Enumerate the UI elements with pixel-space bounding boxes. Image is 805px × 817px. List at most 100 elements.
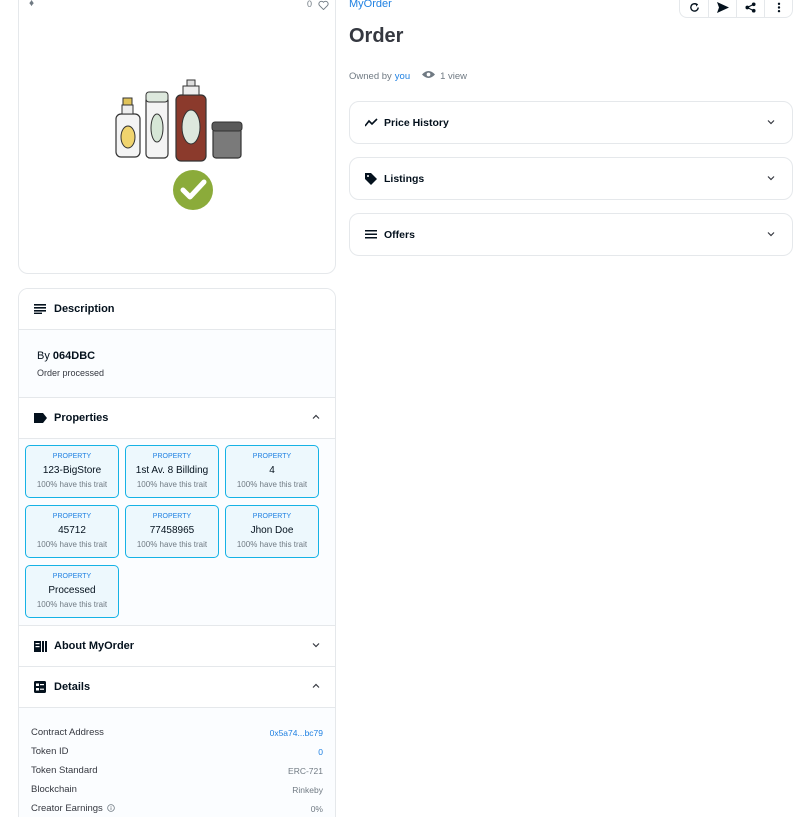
- ethereum-icon: ♦: [29, 0, 35, 9]
- property-rarity: 100% have this trait: [36, 600, 108, 609]
- creator-link[interactable]: 064DBC: [53, 350, 95, 362]
- book-icon: [33, 639, 47, 653]
- property-value: Processed: [48, 585, 96, 596]
- about-title: About MyOrder: [54, 640, 135, 652]
- favorite-count: 0: [306, 0, 312, 9]
- detail-label: Contract Address: [31, 727, 104, 738]
- detail-row-token-id: Token ID 0: [31, 742, 323, 761]
- info-icon[interactable]: [105, 803, 116, 814]
- more-options-icon[interactable]: [764, 0, 792, 18]
- about-header[interactable]: About MyOrder: [19, 626, 335, 667]
- property-rarity: 100% have this trait: [36, 540, 108, 549]
- properties-header[interactable]: Properties: [19, 398, 335, 439]
- share-icon[interactable]: [736, 0, 764, 18]
- heart-icon[interactable]: [318, 0, 329, 10]
- chevron-up-icon[interactable]: [311, 681, 321, 694]
- detail-row-earnings: Creator Earnings 0%: [31, 799, 323, 817]
- detail-row-blockchain: Blockchain Rinkeby: [31, 780, 323, 799]
- property-value: 77458965: [149, 525, 195, 536]
- property-rarity: 100% have this trait: [136, 540, 208, 549]
- property-card[interactable]: PROPERTY 123-BigStore 100% have this trait: [25, 445, 119, 498]
- tag-icon: [364, 172, 378, 186]
- listings-accordion[interactable]: Listings: [349, 157, 793, 200]
- properties-title: Properties: [54, 412, 109, 424]
- creator-earnings-label: Creator Earnings: [31, 803, 103, 814]
- property-value: Jhon Doe: [250, 525, 294, 536]
- item-image: [113, 78, 243, 218]
- item-title: Order: [349, 25, 404, 47]
- property-rarity: 100% have this trait: [236, 480, 308, 489]
- detail-label: Blockchain: [31, 784, 77, 795]
- detail-label: Token ID: [31, 746, 69, 757]
- property-type: PROPERTY: [52, 573, 92, 580]
- detail-label: Token Standard: [31, 765, 98, 776]
- detail-label: Creator Earnings: [31, 803, 116, 814]
- property-card[interactable]: PROPERTY 77458965 100% have this trait: [125, 505, 219, 558]
- property-card[interactable]: PROPERTY Processed 100% have this trait: [25, 565, 119, 618]
- item-info-panel: Description By 064DBC Order processed Pr…: [18, 288, 336, 817]
- offers-label: Offers: [384, 228, 415, 241]
- description-body: By 064DBC Order processed: [19, 330, 335, 398]
- tag-icon: [33, 411, 47, 425]
- owner-row: Owned by you 1 view: [349, 70, 467, 82]
- details-body: Contract Address 0x5a74...bc79 Token ID …: [19, 708, 335, 817]
- offers-accordion[interactable]: Offers: [349, 213, 793, 256]
- contract-address-link[interactable]: 0x5a74...bc79: [270, 728, 323, 738]
- description-header: Description: [19, 289, 335, 330]
- property-card[interactable]: PROPERTY 45712 100% have this trait: [25, 505, 119, 558]
- properties-grid: PROPERTY 123-BigStore 100% have this trait…: [19, 439, 335, 626]
- trend-icon: [364, 116, 378, 130]
- property-type: PROPERTY: [252, 453, 292, 460]
- detail-value: ERC-721: [288, 765, 323, 776]
- by-prefix: By: [37, 350, 50, 362]
- property-card[interactable]: PROPERTY 1st Av. 8 Billding 100% have this…: [125, 445, 219, 498]
- token-id-link[interactable]: 0: [318, 747, 323, 757]
- price-history-accordion[interactable]: Price History: [349, 101, 793, 144]
- description-title: Description: [54, 303, 115, 315]
- property-type: PROPERTY: [152, 453, 192, 460]
- property-value: 1st Av. 8 Billding: [135, 465, 209, 476]
- chevron-up-icon[interactable]: [311, 412, 321, 425]
- views-label: 1 view: [440, 70, 468, 82]
- detail-value: Rinkeby: [292, 784, 323, 795]
- property-type: PROPERTY: [152, 513, 192, 520]
- property-value: 4: [269, 465, 275, 476]
- property-card[interactable]: PROPERTY 4 100% have this trait: [225, 445, 319, 498]
- media-top-bar: ♦ 0: [29, 0, 329, 12]
- refresh-icon[interactable]: [680, 0, 708, 18]
- owned-by-label: Owned by: [349, 70, 392, 82]
- owner-link[interactable]: you: [395, 71, 410, 82]
- property-value: 45712: [58, 525, 86, 536]
- details-title: Details: [54, 681, 91, 693]
- property-value: 123-BigStore: [42, 465, 102, 476]
- property-rarity: 100% have this trait: [36, 480, 108, 489]
- chevron-down-icon[interactable]: [766, 117, 776, 130]
- favorite-control[interactable]: 0: [307, 0, 329, 10]
- detail-value: 0%: [310, 803, 323, 814]
- collection-link[interactable]: MyOrder: [349, 0, 392, 10]
- list-icon: [364, 228, 378, 242]
- item-toolbar: [679, 0, 793, 18]
- detail-row-standard: Token Standard ERC-721: [31, 761, 323, 780]
- description-text: Order processed: [37, 368, 105, 378]
- property-rarity: 100% have this trait: [236, 540, 308, 549]
- chevron-down-icon[interactable]: [311, 640, 321, 653]
- details-icon: [33, 680, 47, 694]
- views-count: 1 view: [422, 70, 467, 82]
- transfer-icon[interactable]: [708, 0, 736, 18]
- chevron-down-icon[interactable]: [766, 229, 776, 242]
- left-column: ♦ 0 Description By 064DBC Order processe…: [18, 0, 336, 817]
- property-type: PROPERTY: [52, 513, 92, 520]
- price-history-label: Price History: [384, 116, 449, 129]
- property-type: PROPERTY: [52, 453, 92, 460]
- detail-row-contract: Contract Address 0x5a74...bc79: [31, 723, 323, 742]
- chevron-down-icon[interactable]: [766, 173, 776, 186]
- eye-icon: [422, 70, 436, 82]
- listings-label: Listings: [384, 172, 425, 185]
- details-header[interactable]: Details: [19, 667, 335, 708]
- item-media-card: ♦ 0: [18, 0, 336, 274]
- description-creator: By 064DBC: [37, 350, 317, 362]
- lines-icon: [33, 302, 47, 316]
- property-type: PROPERTY: [252, 513, 292, 520]
- property-card[interactable]: PROPERTY Jhon Doe 100% have this trait: [225, 505, 319, 558]
